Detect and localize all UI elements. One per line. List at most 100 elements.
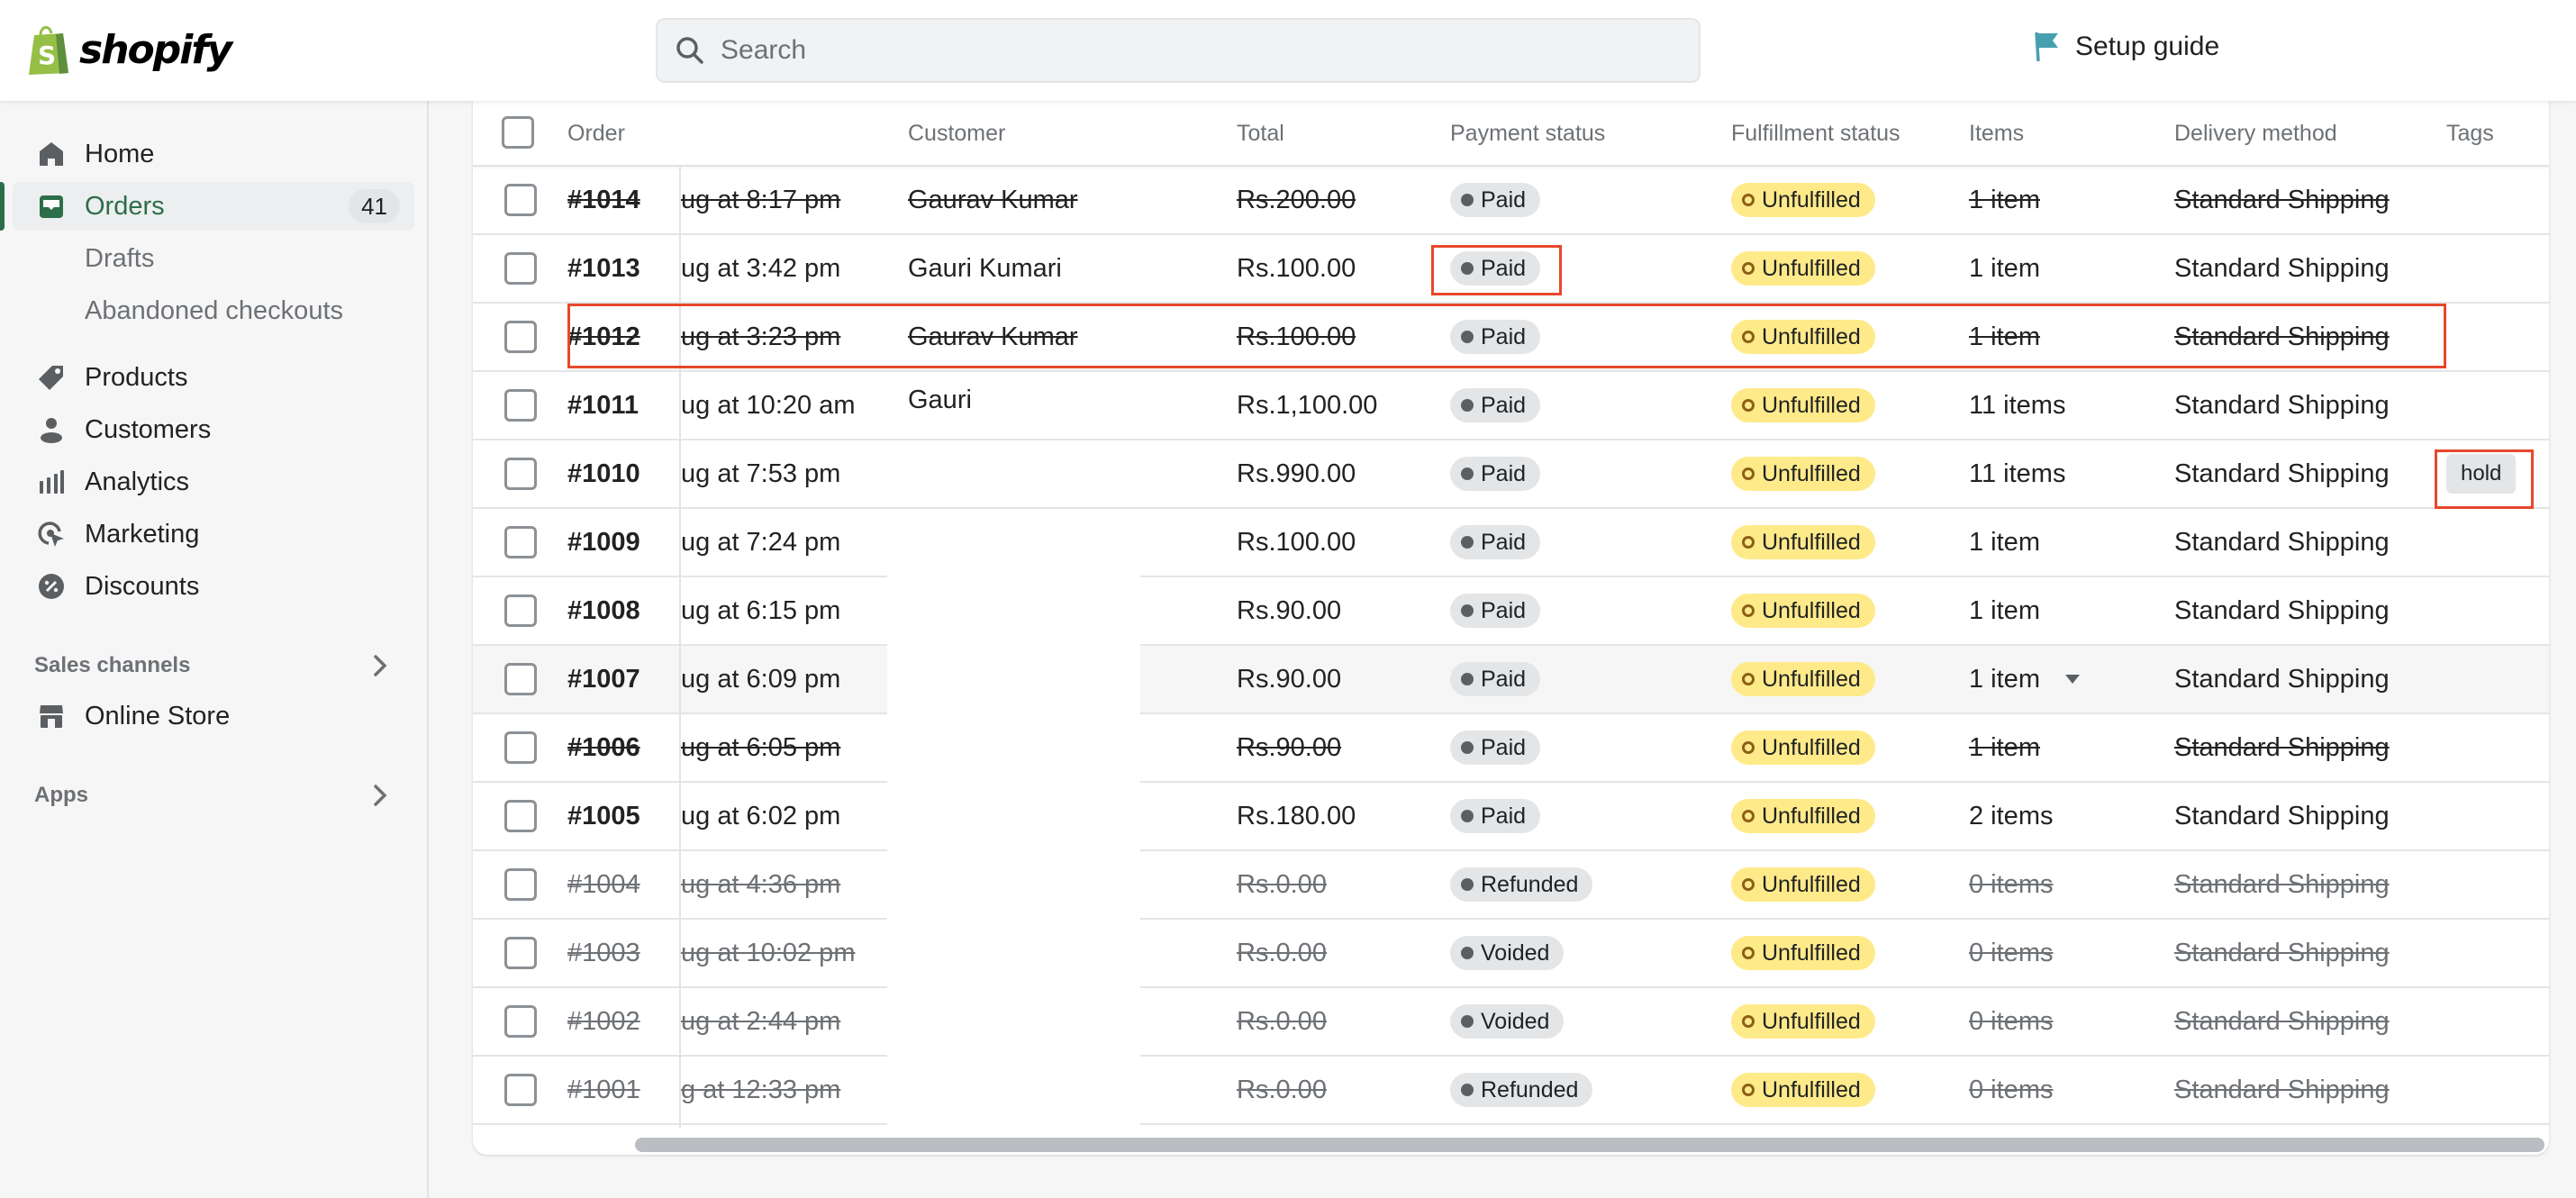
status-dot-icon	[1461, 673, 1474, 685]
sidebar-item-analytics[interactable]: Analytics	[13, 458, 414, 506]
select-all-checkbox[interactable]	[502, 116, 534, 149]
search-bar[interactable]	[656, 18, 1701, 83]
row-checkbox[interactable]	[504, 1005, 537, 1038]
payment-status-badge: Paid	[1450, 799, 1541, 833]
item-count[interactable]: 1 item	[1969, 322, 2040, 352]
table-row[interactable]: #1011 ug at 10:20 am Gauri Rs.1,100.00 Paid U…	[473, 372, 2549, 440]
table-row[interactable]: #1005 ug at 6:02 pm Rs.180.00 Paid Unfulfill…	[473, 783, 2549, 851]
order-date: ug at 6:05 pm	[681, 732, 841, 762]
sidebar-item-home[interactable]: Home	[13, 130, 414, 178]
row-checkbox[interactable]	[504, 321, 537, 353]
column-header-order[interactable]: Order	[567, 121, 625, 147]
order-number[interactable]: #1012	[567, 304, 640, 370]
fulfillment-status-label: Unfulfilled	[1762, 1008, 1861, 1034]
column-header-fulfillment-status[interactable]: Fulfillment status	[1731, 121, 1900, 147]
item-count[interactable]: 1 item	[1969, 665, 2040, 694]
table-row[interactable]: #1006 ug at 6:05 pm Rs.90.00 Paid Unfulfille…	[473, 714, 2549, 783]
row-checkbox[interactable]	[504, 526, 537, 558]
table-row[interactable]: #1007 ug at 6:09 pm Rs.90.00 Paid Unfulfille…	[473, 646, 2549, 714]
payment-status-label: Paid	[1481, 186, 1527, 213]
row-checkbox[interactable]	[504, 594, 537, 627]
item-count[interactable]: 1 item	[1969, 254, 2040, 284]
table-row[interactable]: #1009 ug at 7:24 pm Rs.100.00 Paid Unfulfill…	[473, 509, 2549, 577]
row-checkbox[interactable]	[504, 663, 537, 695]
order-number[interactable]: #1014	[567, 167, 640, 233]
row-checkbox[interactable]	[504, 937, 537, 969]
order-number[interactable]: #1007	[567, 646, 640, 712]
item-count[interactable]: 1 item	[1969, 528, 2040, 558]
table-row[interactable]: #1014 ug at 8:17 pm Gaurav Kumar Rs.200.00 P…	[473, 167, 2549, 235]
item-count[interactable]: 0 items	[1969, 939, 2053, 968]
sidebar-item-online-store[interactable]: Online Store	[13, 692, 414, 740]
item-count[interactable]: 1 item	[1969, 186, 2040, 215]
table-row[interactable]: #1003 ug at 10:02 pm Rs.0.00 Voided Unfulfil…	[473, 920, 2549, 988]
item-count[interactable]: 1 item	[1969, 733, 2040, 763]
order-number[interactable]: #1003	[567, 920, 640, 986]
sidebar-item-label: Online Store	[85, 701, 231, 731]
sales-channels-header[interactable]: Sales channels	[34, 648, 395, 684]
order-total: Rs.0.00	[1237, 938, 1327, 967]
setup-guide-button[interactable]: Setup guide	[2034, 31, 2219, 63]
order-number[interactable]: #1006	[567, 714, 640, 781]
table-row[interactable]: #1001 g at 12:33 pm Rs.0.00 Refunded Unfulfi…	[473, 1057, 2549, 1125]
table-row[interactable]: #1012 ug at 3:23 pm Gaurav Kumar Rs.100.00 P…	[473, 304, 2549, 372]
caret-down-icon[interactable]	[2064, 675, 2080, 684]
row-checkbox[interactable]	[504, 458, 537, 490]
row-checkbox[interactable]	[504, 389, 537, 422]
order-number[interactable]: #1002	[567, 988, 640, 1055]
search-input[interactable]	[721, 35, 1621, 66]
table-row[interactable]: #1010 ug at 7:53 pm Rs.990.00 Paid Unfulfill…	[473, 440, 2549, 509]
column-header-payment-status[interactable]: Payment status	[1450, 121, 1605, 147]
status-dot-icon	[1461, 194, 1474, 206]
store-icon	[38, 703, 65, 730]
chevron-right-icon[interactable]	[366, 781, 395, 810]
row-checkbox[interactable]	[504, 800, 537, 832]
order-number[interactable]: #1009	[567, 509, 640, 576]
order-number[interactable]: #1011	[567, 372, 639, 439]
sidebar-item-drafts[interactable]: Drafts	[13, 234, 414, 283]
apps-header[interactable]: Apps	[34, 777, 395, 813]
item-count[interactable]: 2 items	[1969, 802, 2053, 831]
column-header-tags[interactable]: Tags	[2446, 121, 2494, 147]
item-count[interactable]: 0 items	[1969, 1007, 2053, 1037]
item-count[interactable]: 0 items	[1969, 870, 2053, 900]
sidebar-item-abandoned-checkouts[interactable]: Abandoned checkouts	[13, 286, 414, 335]
chevron-right-icon[interactable]	[366, 651, 395, 680]
column-header-customer[interactable]: Customer	[908, 121, 1005, 147]
column-header-total[interactable]: Total	[1237, 121, 1284, 147]
table-row[interactable]: #1004 ug at 4:36 pm Rs.0.00 Refunded Unfulfi…	[473, 851, 2549, 920]
sidebar-item-customers[interactable]: Customers	[13, 405, 414, 454]
sidebar-item-products[interactable]: Products	[13, 353, 414, 402]
order-number[interactable]: #1001	[567, 1057, 640, 1123]
item-count[interactable]: 0 items	[1969, 1075, 2053, 1105]
sidebar-item-discounts[interactable]: Discounts	[13, 562, 414, 611]
order-number[interactable]: #1013	[567, 235, 640, 302]
order-number[interactable]: #1008	[567, 577, 640, 644]
column-header-items[interactable]: Items	[1969, 121, 2024, 147]
row-checkbox[interactable]	[504, 731, 537, 764]
table-row[interactable]: #1013 ug at 3:42 pm Gauri Kumari Rs.100.00 P…	[473, 235, 2549, 304]
table-row[interactable]: #1002 ug at 2:44 pm Rs.0.00 Voided Unfulfill…	[473, 988, 2549, 1057]
row-checkbox[interactable]	[504, 252, 537, 285]
order-date: ug at 6:09 pm	[681, 664, 841, 694]
delivery-method: Standard Shipping	[2174, 732, 2390, 762]
column-header-delivery-method[interactable]: Delivery method	[2174, 121, 2337, 147]
payment-status-badge: Paid	[1450, 594, 1541, 628]
sidebar-item-marketing[interactable]: Marketing	[13, 510, 414, 558]
sidebar-item-orders[interactable]: Orders 41	[13, 182, 414, 231]
order-number[interactable]: #1005	[567, 783, 640, 849]
shopify-logo[interactable]: S shopify	[25, 22, 232, 77]
row-checkbox[interactable]	[504, 184, 537, 216]
order-number[interactable]: #1004	[567, 851, 640, 918]
status-dot-icon	[1461, 604, 1474, 617]
horizontal-scrollbar[interactable]	[635, 1138, 2544, 1152]
row-checkbox[interactable]	[504, 1074, 537, 1106]
order-tag[interactable]: hold	[2446, 454, 2517, 494]
item-count[interactable]: 11 items	[1969, 459, 2065, 489]
order-date: ug at 6:02 pm	[681, 801, 841, 830]
order-number[interactable]: #1010	[567, 440, 640, 507]
item-count[interactable]: 11 items	[1969, 391, 2065, 421]
table-row[interactable]: #1008 ug at 6:15 pm Rs.90.00 Paid Unfulfille…	[473, 577, 2549, 646]
row-checkbox[interactable]	[504, 868, 537, 901]
item-count[interactable]: 1 item	[1969, 596, 2040, 626]
